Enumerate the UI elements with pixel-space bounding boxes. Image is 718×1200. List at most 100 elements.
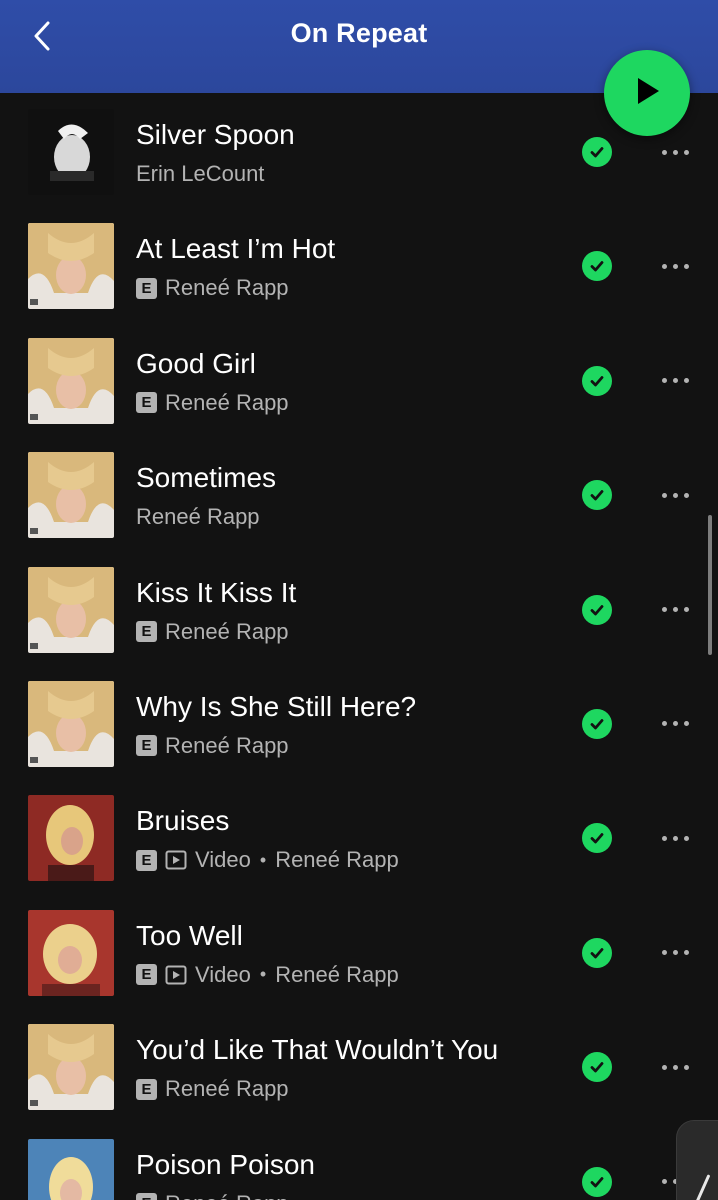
track-subtitle: E Video • Reneé Rapp: [136, 846, 399, 874]
more-dot-icon: [661, 950, 667, 956]
more-dot-icon: [661, 1179, 667, 1185]
track-subtitle: E Reneé Rapp: [136, 618, 289, 646]
more-options-button[interactable]: [652, 366, 698, 396]
track-subtitle: E Reneé Rapp: [136, 1075, 289, 1103]
more-dot-icon: [683, 378, 689, 384]
explicit-badge: E: [136, 277, 157, 299]
more-options-button[interactable]: [652, 480, 698, 510]
more-dot-icon: [672, 1064, 678, 1070]
artist-name: Erin LeCount: [136, 161, 265, 186]
album-cover: [28, 566, 114, 653]
check-circle-icon: [582, 823, 612, 854]
more-options-button[interactable]: [652, 709, 698, 739]
more-dot-icon: [672, 378, 678, 384]
track-title: Why Is She Still Here?: [136, 690, 417, 722]
separator-dot: •: [259, 964, 267, 985]
track-title: Bruises: [136, 805, 230, 837]
more-options-button[interactable]: [652, 823, 698, 853]
more-dot-icon: [672, 607, 678, 613]
album-cover: [28, 452, 114, 539]
artist-name: Reneé Rapp: [275, 961, 399, 987]
track-subtitle: E Video • Reneé Rapp: [136, 961, 399, 989]
video-label: Video: [195, 847, 251, 873]
track-subtitle: E Reneé Rapp: [136, 1190, 289, 1200]
explicit-badge: E: [136, 392, 157, 414]
video-icon: [165, 965, 187, 985]
scrollbar[interactable]: [708, 515, 712, 655]
check-circle-icon: [582, 365, 612, 396]
artist-name: Reneé Rapp: [165, 275, 289, 301]
more-dot-icon: [683, 492, 689, 498]
page-title: On Repeat: [290, 18, 428, 48]
more-dot-icon: [672, 149, 678, 155]
track-row[interactable]: Bruises E Video • Reneé Rapp: [0, 795, 718, 909]
explicit-badge: E: [136, 1193, 157, 1200]
more-dot-icon: [672, 835, 678, 841]
more-dot-icon: [683, 149, 689, 155]
track-row[interactable]: Too Well E Video • Reneé Rapp: [0, 909, 718, 1024]
more-options-button[interactable]: [652, 137, 698, 167]
album-cover: [28, 909, 114, 996]
more-dot-icon: [661, 1064, 667, 1070]
check-circle-icon: [582, 251, 612, 282]
track-row[interactable]: Why Is She Still Here? E Reneé Rapp: [0, 680, 718, 795]
floating-edit-button[interactable]: [676, 1120, 718, 1200]
more-dot-icon: [672, 492, 678, 498]
album-cover: [28, 795, 114, 882]
album-cover: [28, 1138, 114, 1200]
track-subtitle: E Reneé Rapp: [136, 274, 289, 302]
artist-name: Reneé Rapp: [275, 847, 399, 873]
play-icon: [632, 75, 662, 112]
artist-name: Reneé Rapp: [136, 504, 260, 530]
more-dot-icon: [661, 607, 667, 613]
track-title: Sometimes: [136, 462, 277, 494]
video-icon: [165, 850, 187, 870]
more-dot-icon: [661, 149, 667, 155]
more-options-button[interactable]: [652, 1052, 698, 1082]
track-list: Silver Spoon Erin LeCount At Least I’m Hot…: [0, 109, 718, 1200]
track-title: Poison Poison: [136, 1148, 316, 1180]
track-row[interactable]: Poison Poison E Reneé Rapp: [0, 1138, 718, 1200]
more-dot-icon: [683, 607, 689, 613]
play-button[interactable]: [604, 50, 690, 136]
track-row[interactable]: Kiss It Kiss It E Reneé Rapp: [0, 566, 718, 681]
explicit-badge: E: [136, 621, 157, 643]
more-dot-icon: [661, 721, 667, 727]
artist-name: Reneé Rapp: [165, 389, 289, 415]
explicit-badge: E: [136, 1078, 157, 1100]
check-circle-icon: [582, 480, 612, 511]
track-row[interactable]: Silver Spoon Erin LeCount: [0, 109, 718, 223]
check-circle-icon: [582, 1052, 612, 1083]
playlist-screen: On Repeat Silver Spoon Erin LeCount At Lea…: [0, 0, 718, 1200]
more-dot-icon: [672, 950, 678, 956]
album-cover: [28, 223, 114, 310]
check-circle-icon: [582, 937, 612, 968]
track-subtitle: E Reneé Rapp: [136, 389, 289, 417]
more-dot-icon: [661, 492, 667, 498]
track-title: Good Girl: [136, 347, 256, 379]
more-options-button[interactable]: [652, 251, 698, 281]
check-circle-icon: [582, 708, 612, 739]
check-circle-icon: [582, 594, 612, 625]
track-row[interactable]: You’d Like That Wouldn’t You E Reneé Rapp: [0, 1024, 718, 1138]
more-dot-icon: [683, 263, 689, 269]
artist-name: Reneé Rapp: [165, 1191, 289, 1200]
video-label: Video: [195, 961, 251, 987]
separator-dot: •: [259, 849, 267, 870]
album-cover: [28, 337, 114, 424]
track-subtitle: E Reneé Rapp: [136, 732, 289, 760]
more-dot-icon: [672, 721, 678, 727]
track-row[interactable]: At Least I’m Hot E Reneé Rapp: [0, 223, 718, 337]
more-dot-icon: [683, 721, 689, 727]
more-options-button[interactable]: [652, 595, 698, 625]
artist-name: Reneé Rapp: [165, 618, 289, 644]
track-row[interactable]: Sometimes Reneé Rapp: [0, 452, 718, 566]
album-cover: [28, 109, 114, 195]
track-row[interactable]: Good Girl E Reneé Rapp: [0, 337, 718, 452]
more-options-button[interactable]: [652, 938, 698, 968]
more-dot-icon: [672, 263, 678, 269]
more-dot-icon: [661, 263, 667, 269]
check-circle-icon: [582, 137, 612, 167]
album-cover: [28, 680, 114, 767]
track-subtitle: Reneé Rapp: [136, 503, 260, 531]
